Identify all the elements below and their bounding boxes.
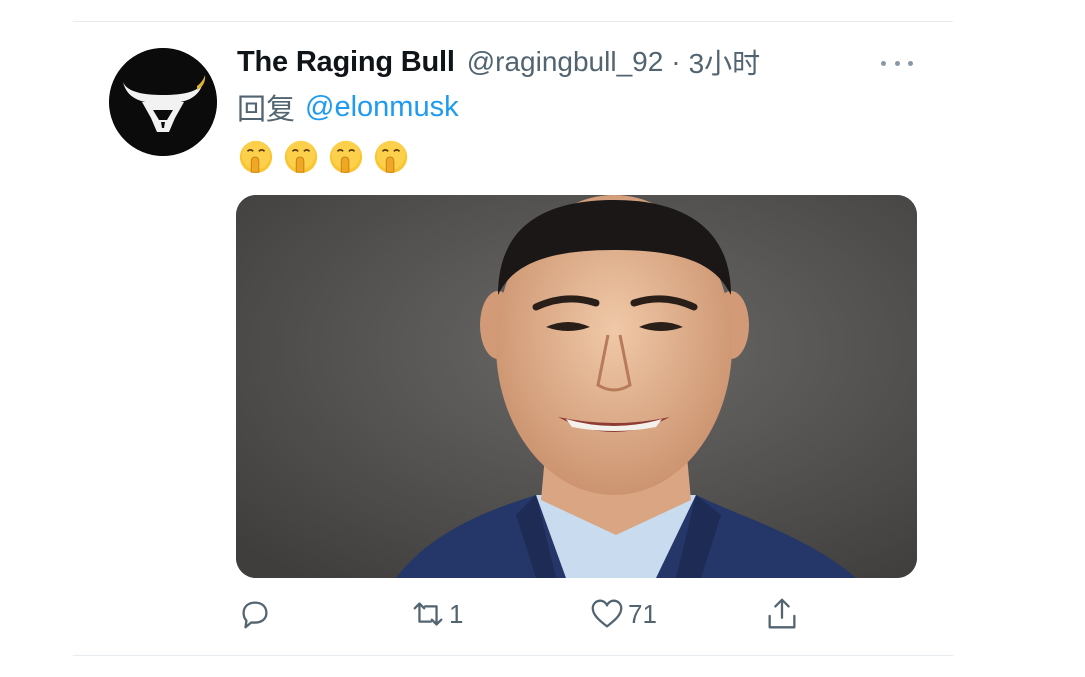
tweet-actions: 1 71 bbox=[236, 594, 836, 634]
more-options-button[interactable] bbox=[878, 50, 916, 76]
shushing-face-emoji bbox=[329, 140, 363, 174]
tweet-header: The Raging Bull @ragingbull_92 · 3小时 bbox=[237, 42, 760, 82]
retweet-icon bbox=[413, 602, 443, 626]
share-icon bbox=[768, 598, 796, 629]
user-handle[interactable]: @ragingbull_92 bbox=[467, 46, 664, 78]
shushing-face-emoji bbox=[284, 140, 318, 174]
portrait-photo bbox=[236, 195, 917, 578]
retweet-count: 1 bbox=[449, 598, 464, 629]
reply-context: 回复 @elonmusk bbox=[237, 87, 459, 127]
retweet-button[interactable]: 1 bbox=[409, 594, 463, 634]
tweet-timestamp[interactable]: 3小时 bbox=[689, 42, 761, 82]
like-button[interactable]: 71 bbox=[588, 594, 657, 634]
reply-mention-link[interactable]: @elonmusk bbox=[305, 91, 459, 124]
share-button[interactable] bbox=[763, 594, 801, 634]
separator-dot: · bbox=[671, 46, 681, 77]
tweet-text bbox=[237, 138, 410, 178]
shushing-face-emoji bbox=[239, 140, 273, 174]
reply-icon bbox=[242, 601, 268, 629]
tweet-photo[interactable] bbox=[236, 195, 917, 578]
more-icon bbox=[881, 60, 886, 66]
top-divider bbox=[73, 21, 953, 22]
bull-logo-icon bbox=[109, 48, 217, 156]
more-icon bbox=[908, 60, 913, 66]
shushing-face-emoji bbox=[374, 140, 408, 174]
more-icon bbox=[894, 60, 900, 66]
reply-prefix: 回复 bbox=[237, 94, 296, 126]
display-name[interactable]: The Raging Bull bbox=[237, 46, 455, 79]
bottom-divider bbox=[73, 655, 953, 656]
heart-icon bbox=[591, 599, 623, 628]
reply-button[interactable] bbox=[236, 594, 274, 634]
avatar[interactable] bbox=[109, 48, 217, 156]
like-count: 71 bbox=[628, 598, 657, 629]
